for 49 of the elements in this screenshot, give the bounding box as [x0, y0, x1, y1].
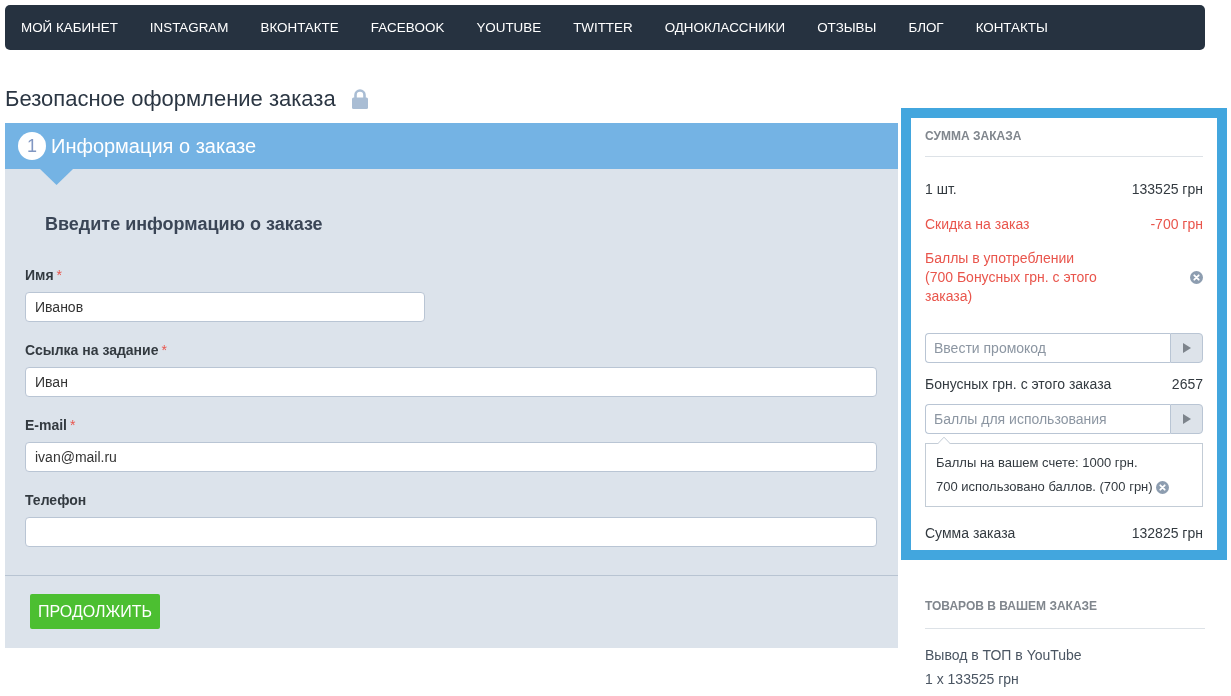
page-title: Безопасное оформление заказа [5, 85, 336, 113]
apply-button[interactable] [1170, 404, 1203, 434]
promo-code-field[interactable]: Ввести промокод [925, 333, 1170, 363]
summary-title: СУММА ЗАКАЗА [925, 128, 1023, 145]
field-label: Имя [25, 267, 54, 283]
play-icon [1182, 343, 1191, 353]
summary-label: Бонусных грн. с этого заказа [925, 375, 1112, 394]
step-title: Информация о заказе [51, 134, 257, 159]
nav-link[interactable]: ОДНОКЛАССНИКИ [648, 17, 802, 38]
nav-link[interactable]: FACEBOOK [354, 17, 461, 38]
field-label: E-mail [25, 417, 67, 433]
nav-link[interactable]: МОЙ КАБИНЕТ [5, 17, 134, 38]
nav-link[interactable]: ВКОНТАКТЕ [244, 17, 355, 38]
nav-link[interactable]: INSTAGRAM [133, 17, 245, 38]
nav-link[interactable]: TWITTER [557, 17, 649, 38]
form-heading: Введите информацию о заказе [45, 213, 324, 236]
nav-link[interactable]: КОНТАКТЫ [959, 17, 1064, 38]
close-icon[interactable] [1190, 271, 1203, 284]
play-icon [1182, 414, 1191, 424]
points-field[interactable]: Баллы для использования [925, 404, 1170, 434]
nav-link[interactable]: YOUTUBE [460, 17, 558, 38]
field-label: Телефон [25, 492, 87, 508]
summary-label: Скидка на заказ [925, 215, 1030, 234]
text-input[interactable]: Иванов [25, 292, 425, 322]
popover-text: Баллы на вашем счете: 1000 грн. [936, 454, 1138, 472]
required-asterisk: * [70, 417, 76, 433]
required-asterisk: * [56, 267, 63, 283]
summary-label: 1 шт. [925, 180, 957, 199]
apply-button[interactable] [1170, 333, 1203, 363]
text-input[interactable] [25, 517, 877, 547]
summary-value: 2657 [1171, 375, 1203, 394]
product-price: 1 x 133525 грн [925, 670, 1020, 689]
total-value: 132825 грн [1131, 524, 1203, 543]
close-icon[interactable] [1155, 480, 1169, 494]
step-number: 1 [18, 132, 46, 160]
lock-icon [350, 89, 369, 109]
popover-text: 700 использовано баллов. (700 грн) [936, 478, 1153, 496]
cart-title: ТОВАРОВ В ВАШЕМ ЗАКАЗЕ [925, 598, 1099, 615]
summary-value: -700 грн [1150, 215, 1203, 234]
field-label: Ссылка на задание [25, 342, 159, 358]
nav-link[interactable]: ОТЗЫВЫ [801, 17, 893, 38]
text-input[interactable]: ivan@mail.ru [25, 442, 877, 472]
summary-value: 133525 грн [1131, 180, 1203, 199]
total-label: Сумма заказа [925, 524, 1016, 543]
text-input[interactable]: Иван [25, 367, 877, 397]
applied-points-text: Баллы в употреблении (700 Бонусных грн. с этого заказа) [925, 249, 1098, 306]
product-name: Вывод в ТОП в YouTube [925, 646, 1083, 665]
nav-link[interactable]: БЛОГ [892, 17, 960, 38]
required-asterisk: * [161, 342, 167, 358]
